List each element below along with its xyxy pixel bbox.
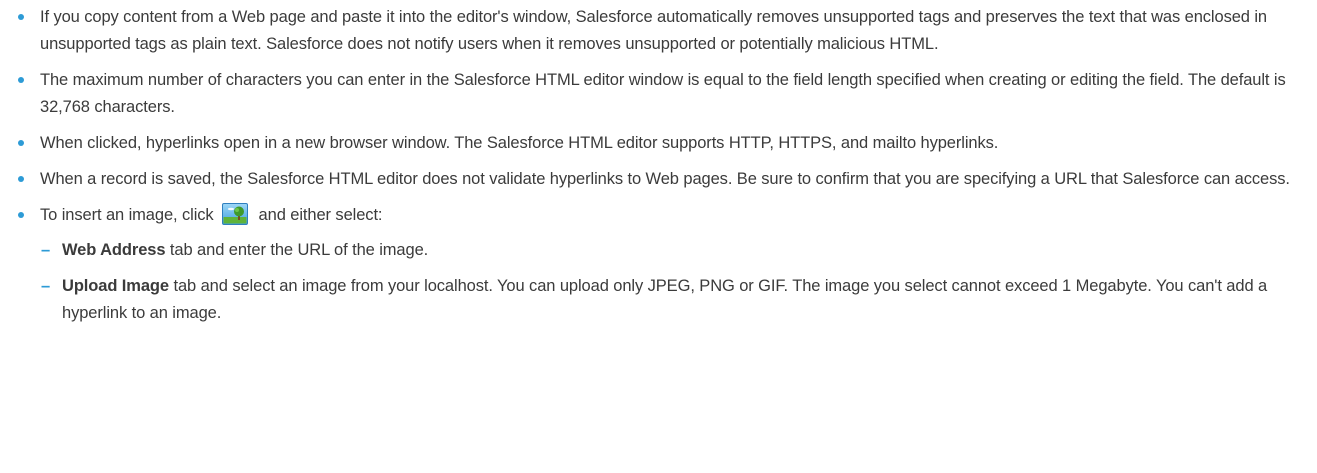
list-item: If you copy content from a Web page and … (9, 4, 1297, 58)
tab-name-upload-image: Upload Image (62, 277, 169, 295)
list-item-text: The maximum number of characters you can… (40, 71, 1286, 116)
sub-list-item-text: tab and select an image from your localh… (62, 277, 1268, 322)
list-item-text: When clicked, hyperlinks open in a new b… (40, 134, 999, 152)
list-item: When a record is saved, the Salesforce H… (9, 166, 1297, 193)
list-item-text: To insert an image, click (40, 206, 214, 224)
list-item-text: and either select: (258, 206, 383, 224)
list-item-text: When a record is saved, the Salesforce H… (40, 170, 1290, 188)
document-body: If you copy content from a Web page and … (0, 0, 1317, 473)
list-item: When clicked, hyperlinks open in a new b… (9, 130, 1297, 157)
sub-list-item-text: tab and enter the URL of the image. (165, 241, 429, 259)
list-item: The maximum number of characters you can… (9, 67, 1297, 121)
sub-list: Web Address tab and enter the URL of the… (40, 237, 1297, 327)
tab-name-web-address: Web Address (62, 241, 166, 259)
bullet-list: If you copy content from a Web page and … (9, 4, 1297, 327)
list-item: To insert an image, click and either sel… (9, 202, 1297, 327)
list-item-text: If you copy content from a Web page and … (40, 8, 1268, 53)
sub-list-item: Web Address tab and enter the URL of the… (40, 237, 1297, 264)
sub-list-item: Upload Image tab and select an image fro… (40, 273, 1297, 327)
insert-image-icon (222, 202, 249, 226)
